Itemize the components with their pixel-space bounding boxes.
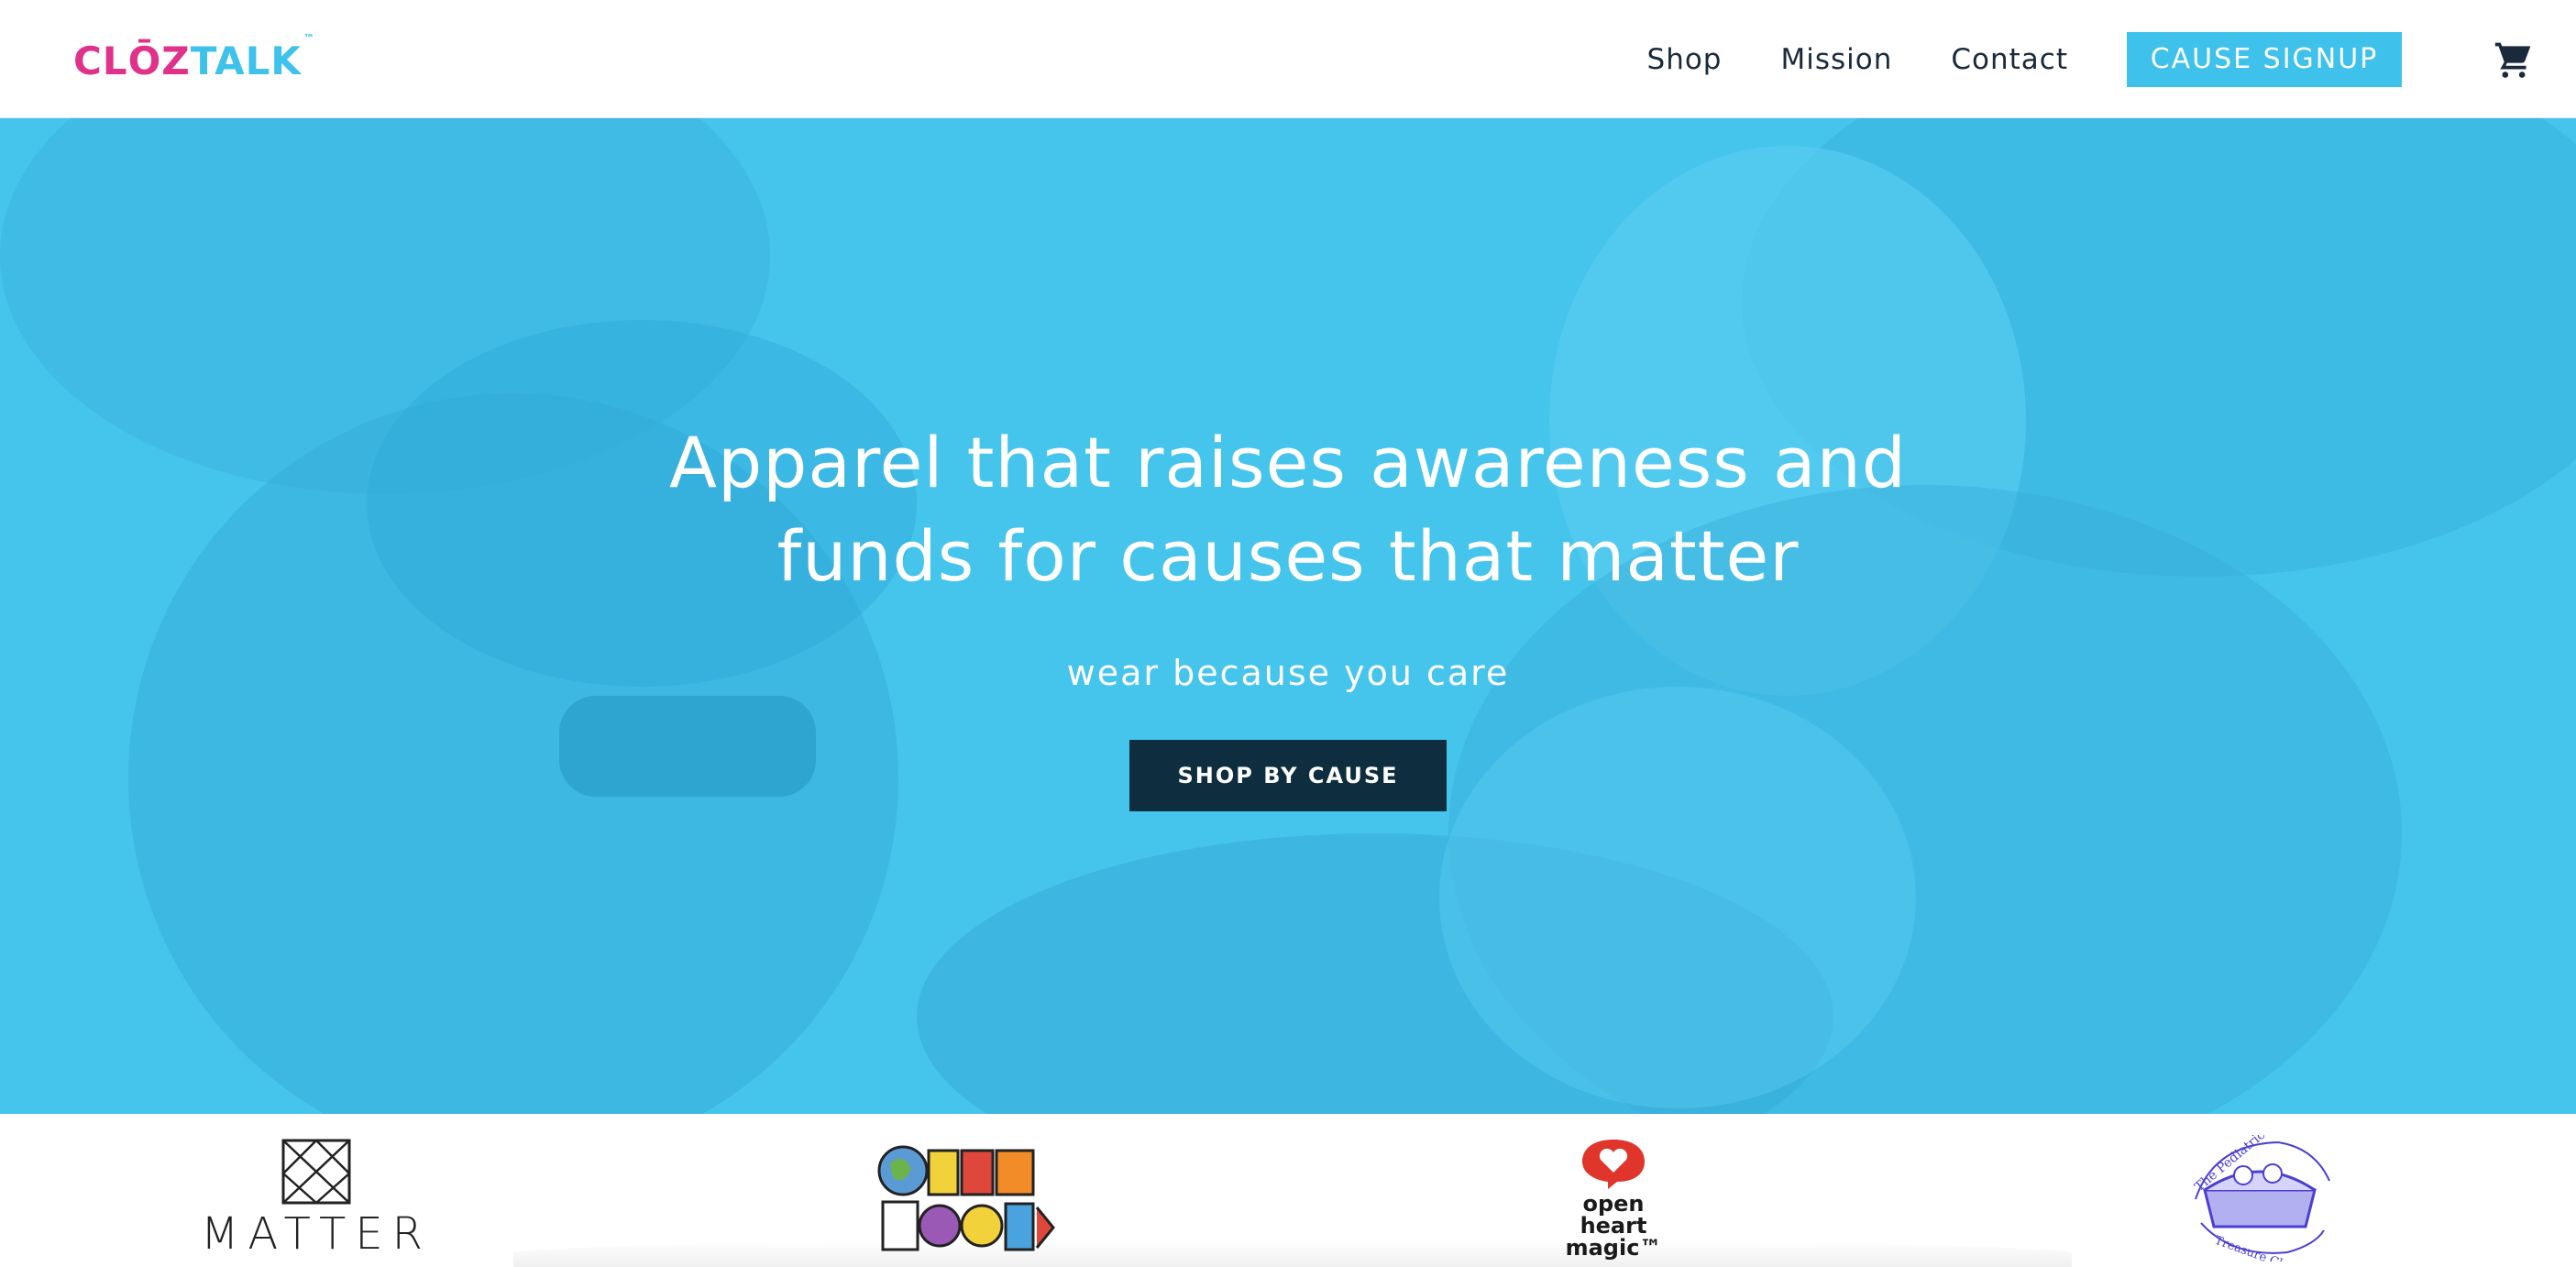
- open-books-logo-icon: [877, 1145, 1055, 1251]
- hero-section: Apparel that raises awareness and funds …: [0, 118, 2576, 1114]
- hero-title: Apparel that raises awareness and funds …: [0, 416, 2576, 603]
- nav-link-contact[interactable]: Contact: [1951, 43, 2068, 76]
- partner-matter[interactable]: MATTER: [183, 1134, 449, 1262]
- strip-shadow: [513, 1239, 2072, 1267]
- shopping-cart-icon[interactable]: [2493, 39, 2534, 80]
- partner-pediatric-oncology[interactable]: The Pediatric Oncology Treasure Chest Fo…: [2173, 1134, 2347, 1262]
- partner-logos-strip: MATTER open heart magic™ The Pediatric O…: [0, 1114, 2576, 1267]
- logo-text-part2: TALK: [190, 39, 302, 83]
- hero-title-line1: Apparel that raises awareness and: [668, 422, 1908, 503]
- pediatric-oncology-logo-icon: The Pediatric Oncology Treasure Chest Fo…: [2192, 1135, 2342, 1261]
- open-heart-magic-wordmark: open heart magic™: [1565, 1191, 1662, 1261]
- logo-text-part1: CLŌZ: [73, 39, 191, 83]
- hero-subtitle: wear because you care: [1066, 653, 1510, 693]
- logo-trademark: ™: [303, 32, 315, 45]
- hero-title-line2: funds for causes that matter: [776, 515, 1800, 597]
- nav-link-shop[interactable]: Shop: [1647, 43, 1723, 76]
- nav-link-mission[interactable]: Mission: [1781, 43, 1893, 76]
- main-nav: Shop Mission Contact CAUSE SIGNUP: [1647, 0, 2576, 118]
- cause-signup-button[interactable]: CAUSE SIGNUP: [2127, 31, 2402, 87]
- shop-by-cause-button[interactable]: SHOP BY CAUSE: [1129, 740, 1447, 811]
- partner-open-books[interactable]: [871, 1134, 1063, 1262]
- partner-open-heart-magic[interactable]: open heart magic™: [1558, 1134, 1668, 1262]
- pediatric-oncology-arc-text-bottom: Treasure Chest Foundation: [2213, 1234, 2342, 1261]
- open-heart-magic-logo-icon: [1582, 1140, 1645, 1189]
- site-header: CLŌZ TALK ™ Shop Mission Contact CAUSE S…: [0, 0, 2576, 118]
- hero-background-photo: [0, 118, 2576, 1114]
- matter-logo-icon: [281, 1139, 351, 1205]
- site-logo[interactable]: CLŌZ TALK ™: [73, 33, 315, 81]
- matter-wordmark: MATTER: [201, 1208, 432, 1260]
